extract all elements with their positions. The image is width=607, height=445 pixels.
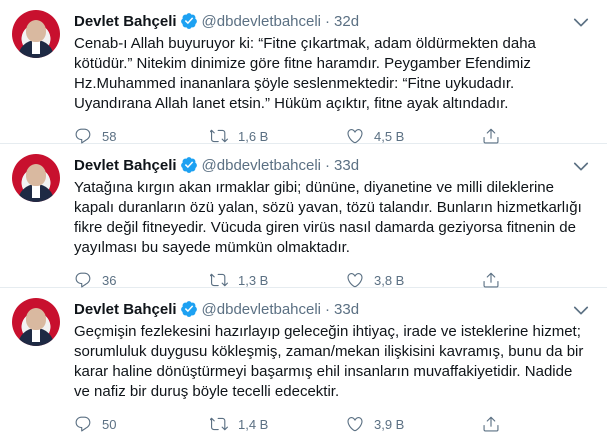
tweet[interactable]: Devlet Bahçeli @dbdevletbahceli · 33d Ge…	[0, 288, 607, 444]
retweet-button[interactable]: 1,3 B	[210, 271, 346, 289]
reply-icon	[75, 416, 91, 432]
author-name[interactable]: Devlet Bahçeli	[74, 13, 177, 30]
more-options-icon[interactable]	[571, 156, 591, 176]
share-button[interactable]	[482, 271, 510, 289]
retweet-icon	[210, 129, 228, 143]
tweet-header: Devlet Bahçeli @dbdevletbahceli · 33d	[74, 154, 595, 176]
tweet-actions: 50 1,4 B 3,9 B	[74, 406, 595, 442]
like-icon	[347, 273, 363, 288]
share-icon	[483, 416, 499, 432]
tweet-header: Devlet Bahçeli @dbdevletbahceli · 33d	[74, 298, 595, 320]
like-icon	[347, 129, 363, 144]
timestamp[interactable]: 32d	[334, 13, 359, 30]
tweet-text: Cenab-ı Allah buyuruyor ki: “Fitne çıkar…	[74, 35, 536, 112]
like-icon	[347, 417, 363, 432]
tweet-header: Devlet Bahçeli @dbdevletbahceli · 32d	[74, 10, 595, 32]
tweet-feed: Devlet Bahçeli @dbdevletbahceli · 32d Ce…	[0, 0, 607, 444]
share-button[interactable]	[482, 415, 510, 433]
author-handle[interactable]: @dbdevletbahceli	[202, 301, 321, 318]
verified-badge-icon	[180, 157, 197, 173]
reply-button[interactable]: 58	[74, 127, 210, 145]
like-button[interactable]: 3,8 B	[346, 271, 482, 289]
separator: ·	[325, 156, 331, 174]
tweet-text: Geçmişin fezlekesini hazırlayıp geleceği…	[74, 323, 584, 400]
separator: ·	[325, 300, 331, 318]
author-name[interactable]: Devlet Bahçeli	[74, 301, 177, 318]
like-button[interactable]: 3,9 B	[346, 415, 482, 433]
verified-badge-icon	[180, 301, 197, 317]
reply-count: 58	[102, 128, 117, 144]
avatar[interactable]	[12, 298, 60, 346]
share-button[interactable]	[482, 127, 510, 145]
retweet-icon	[210, 273, 228, 287]
retweet-count: 1,3 B	[238, 272, 269, 288]
author-handle[interactable]: @dbdevletbahceli	[202, 157, 321, 174]
like-button[interactable]: 4,5 B	[346, 127, 482, 145]
tweet-text: Yatağına kırgın akan ırmaklar gibi; dünü…	[74, 179, 582, 256]
author-handle[interactable]: @dbdevletbahceli	[202, 13, 321, 30]
tweet[interactable]: Devlet Bahçeli @dbdevletbahceli · 32d Ce…	[0, 0, 607, 144]
reply-icon	[75, 272, 91, 288]
retweet-icon	[210, 417, 228, 431]
reply-count: 36	[102, 272, 117, 288]
retweet-button[interactable]: 1,4 B	[210, 415, 346, 433]
retweet-count: 1,6 B	[238, 128, 269, 144]
share-icon	[483, 128, 499, 144]
share-icon	[483, 272, 499, 288]
separator: ·	[325, 12, 331, 30]
more-options-icon[interactable]	[571, 12, 591, 32]
author-name[interactable]: Devlet Bahçeli	[74, 157, 177, 174]
more-options-icon[interactable]	[571, 300, 591, 320]
avatar[interactable]	[12, 10, 60, 58]
reply-button[interactable]: 50	[74, 415, 210, 433]
timestamp[interactable]: 33d	[334, 301, 359, 318]
verified-badge-icon	[180, 13, 197, 29]
like-count: 3,9 B	[374, 416, 405, 432]
reply-icon	[75, 128, 91, 144]
reply-count: 50	[102, 416, 117, 432]
avatar[interactable]	[12, 154, 60, 202]
retweet-button[interactable]: 1,6 B	[210, 127, 346, 145]
like-count: 4,5 B	[374, 128, 405, 144]
retweet-count: 1,4 B	[238, 416, 269, 432]
reply-button[interactable]: 36	[74, 271, 210, 289]
tweet[interactable]: Devlet Bahçeli @dbdevletbahceli · 33d Ya…	[0, 144, 607, 288]
like-count: 3,8 B	[374, 272, 405, 288]
timestamp[interactable]: 33d	[334, 157, 359, 174]
